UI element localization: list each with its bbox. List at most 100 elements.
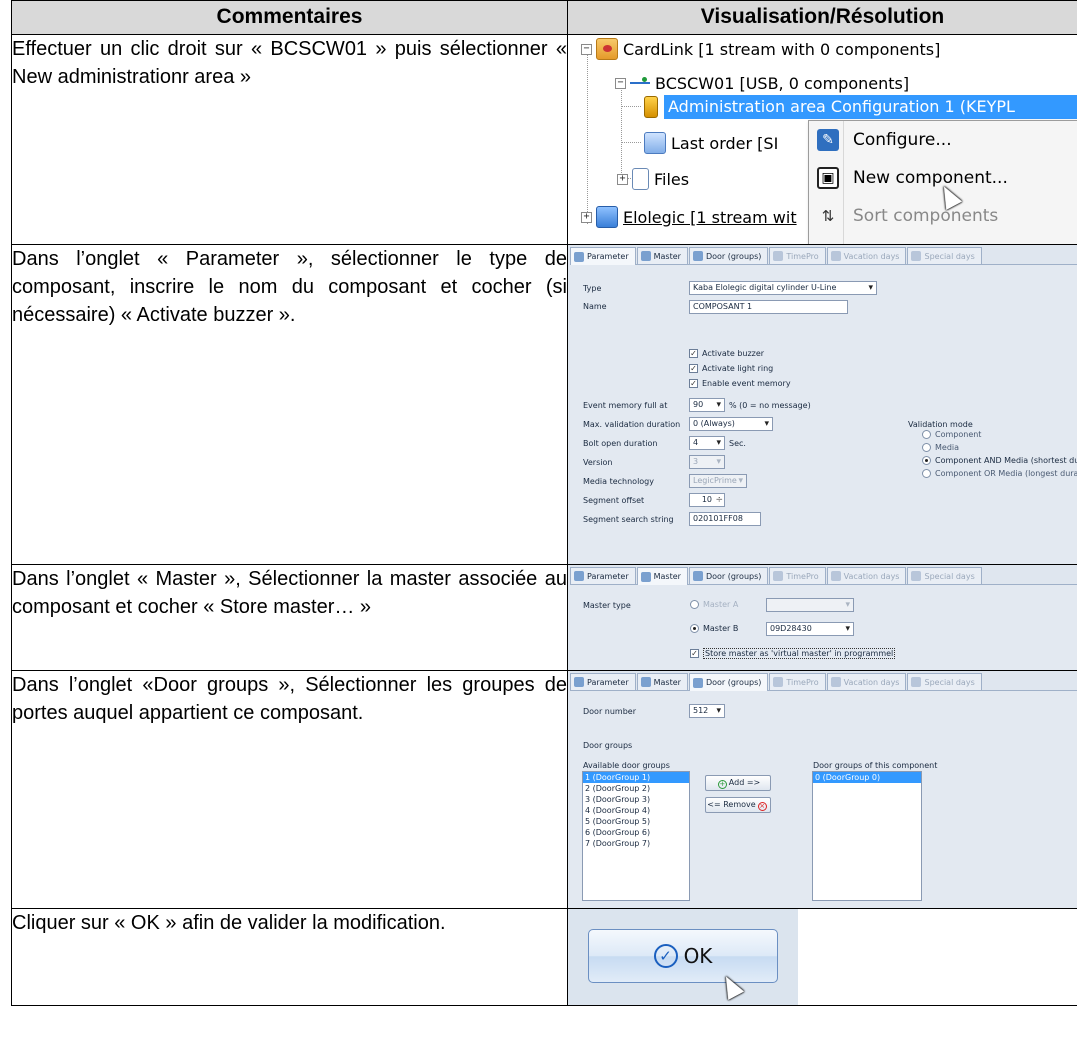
tab-master[interactable]: Master: [636, 567, 688, 585]
collapse-icon[interactable]: −: [615, 77, 626, 89]
name-input[interactable]: COMPOSANT 1: [689, 300, 848, 314]
list-item[interactable]: 3 (DoorGroup 3): [583, 794, 689, 805]
tree-node-cardlink[interactable]: − CardLink [1 stream with 0 components]: [581, 37, 940, 61]
expand-icon[interactable]: +: [617, 173, 628, 185]
version-select[interactable]: 3: [689, 455, 725, 469]
activate-light-ring-checkbox[interactable]: ✓ Activate light ring: [689, 364, 773, 373]
tree-node-bcscw01[interactable]: − BCSCW01 [USB, 0 components]: [615, 71, 909, 95]
calendar-icon: [911, 677, 922, 687]
event-memory-select[interactable]: 90: [689, 398, 725, 412]
bolt-open-label: Bolt open duration: [583, 439, 658, 448]
master-a-select[interactable]: [766, 598, 854, 612]
tree-node-last-order[interactable]: Last order [SI: [644, 131, 778, 155]
list-item[interactable]: 2 (DoorGroup 2): [583, 783, 689, 794]
order-icon: [644, 132, 666, 154]
available-groups-label: Available door groups: [583, 761, 670, 770]
tab-door-groups[interactable]: Door (groups): [688, 673, 769, 691]
component-groups-list[interactable]: 0 (DoorGroup 0): [812, 771, 922, 901]
event-memory-label: Event memory full at: [583, 401, 668, 410]
enable-event-memory-checkbox[interactable]: ✓ Enable event memory: [689, 379, 791, 388]
menu-item-configure[interactable]: ✎ Configure...: [809, 121, 1077, 159]
tab-special-days[interactable]: Special days: [907, 673, 982, 690]
comment-cell: Cliquer sur « OK » afin de valider la mo…: [11, 908, 568, 1006]
vm-or-radio[interactable]: Component OR Media (longest duration v: [922, 469, 1077, 478]
master-b-radio[interactable]: Master B: [690, 624, 738, 633]
vm-component-radio[interactable]: Component: [922, 430, 981, 439]
tab-bar: Parameter Master Door (groups) TimePro V…: [570, 567, 1077, 585]
activate-buzzer-checkbox[interactable]: ✓ Activate buzzer: [689, 349, 764, 358]
tab-parameter[interactable]: Parameter: [570, 673, 636, 690]
tab-parameter[interactable]: Parameter: [570, 567, 636, 584]
master-screenshot: Parameter Master Door (groups) TimePro V…: [567, 564, 1077, 671]
tab-parameter[interactable]: Parameter: [570, 247, 636, 265]
master-icon: [640, 571, 651, 582]
calendar-icon: [911, 251, 922, 261]
radio-selected-icon: [922, 456, 931, 465]
door-groups-label: Door groups: [583, 741, 633, 750]
type-label: Type: [583, 284, 602, 293]
tab-vacation-days[interactable]: Vacation days: [826, 567, 907, 584]
elolegic-icon: [596, 206, 618, 228]
tab-timepro[interactable]: TimePro: [769, 673, 826, 690]
media-tech-select[interactable]: LegicPrime: [689, 474, 747, 488]
folder-icon: [596, 38, 618, 60]
header-visualisation: Visualisation/Résolution: [567, 0, 1077, 35]
tree-node-admin-area[interactable]: Administration area Configuration 1 (KEY…: [644, 95, 1077, 119]
tab-door-groups[interactable]: Door (groups): [688, 567, 769, 584]
tab-vacation-days[interactable]: Vacation days: [826, 247, 907, 264]
tab-special-days[interactable]: Special days: [907, 567, 982, 584]
tab-bar: Parameter Master Door (groups) TimePro V…: [570, 673, 1077, 691]
tab-timepro[interactable]: TimePro: [769, 567, 826, 584]
list-item[interactable]: 1 (DoorGroup 1): [583, 772, 689, 783]
max-validation-select[interactable]: 0 (Always): [689, 417, 773, 431]
radio-icon: [690, 600, 699, 609]
vm-media-radio[interactable]: Media: [922, 443, 959, 452]
checkbox-checked-icon: ✓: [690, 649, 699, 658]
segment-search-input[interactable]: 020101FF08: [689, 512, 761, 526]
type-select[interactable]: Kaba Elolegic digital cylinder U-Line: [689, 281, 877, 295]
tab-vacation-days[interactable]: Vacation days: [826, 673, 907, 690]
tab-master[interactable]: Master: [636, 673, 688, 690]
ok-button[interactable]: ✓ OK: [588, 929, 778, 983]
segment-offset-stepper[interactable]: 10: [689, 493, 725, 507]
tab-door-groups[interactable]: Door (groups): [688, 247, 769, 264]
table-row: Dans l’onglet « Master », Sélectionner l…: [11, 564, 1077, 671]
sort-icon: ⇅: [821, 207, 835, 225]
checkmark-icon: ✓: [653, 944, 678, 968]
list-item[interactable]: 4 (DoorGroup 4): [583, 805, 689, 816]
available-groups-list[interactable]: 1 (DoorGroup 1) 2 (DoorGroup 2) 3 (DoorG…: [582, 771, 690, 901]
door-number-select[interactable]: 512: [689, 704, 725, 718]
collapse-icon[interactable]: −: [581, 43, 592, 55]
media-tech-label: Media technology: [583, 477, 654, 486]
context-menu: ✎ Configure... ▣ New component... ⇅ Sort…: [808, 120, 1077, 244]
remove-group-button[interactable]: <= Remove ×: [705, 797, 771, 813]
list-item[interactable]: 7 (DoorGroup 7): [583, 838, 689, 849]
add-group-button[interactable]: + Add =>: [705, 775, 771, 791]
event-memory-unit: % (0 = no message): [729, 401, 811, 410]
vm-and-radio[interactable]: Component AND Media (shortest duration: [922, 456, 1077, 465]
usb-icon: [630, 76, 650, 90]
list-item[interactable]: 6 (DoorGroup 6): [583, 827, 689, 838]
list-item[interactable]: 0 (DoorGroup 0): [813, 772, 921, 783]
store-master-checkbox[interactable]: ✓ Store master as 'virtual master' in pro…: [690, 648, 896, 659]
door-groups-dialog: Parameter Master Door (groups) TimePro V…: [568, 671, 1077, 908]
tab-timepro[interactable]: TimePro: [769, 247, 826, 264]
list-item[interactable]: 5 (DoorGroup 5): [583, 816, 689, 827]
version-label: Version: [583, 458, 613, 467]
tree-node-elolegic[interactable]: + Elolegic [1 stream wit: [581, 205, 797, 229]
table-row: Cliquer sur « OK » afin de valider la mo…: [11, 908, 1077, 1006]
segment-search-label: Segment search string: [583, 515, 674, 524]
tab-special-days[interactable]: Special days: [907, 247, 982, 264]
bolt-open-select[interactable]: 4: [689, 436, 725, 450]
master-a-radio[interactable]: Master A: [690, 600, 738, 609]
wrench-icon: ✎: [817, 129, 839, 151]
name-label: Name: [583, 302, 607, 311]
header-row: Commentaires Visualisation/Résolution: [11, 0, 1077, 35]
calendar-icon: [830, 571, 841, 581]
expand-icon[interactable]: +: [581, 211, 592, 223]
master-b-select[interactable]: 09D28430: [766, 622, 854, 636]
door-groups-screenshot: Parameter Master Door (groups) TimePro V…: [567, 670, 1077, 909]
door-icon: [692, 677, 703, 688]
tree-node-files[interactable]: + Files: [617, 167, 689, 191]
tab-master[interactable]: Master: [636, 247, 688, 264]
